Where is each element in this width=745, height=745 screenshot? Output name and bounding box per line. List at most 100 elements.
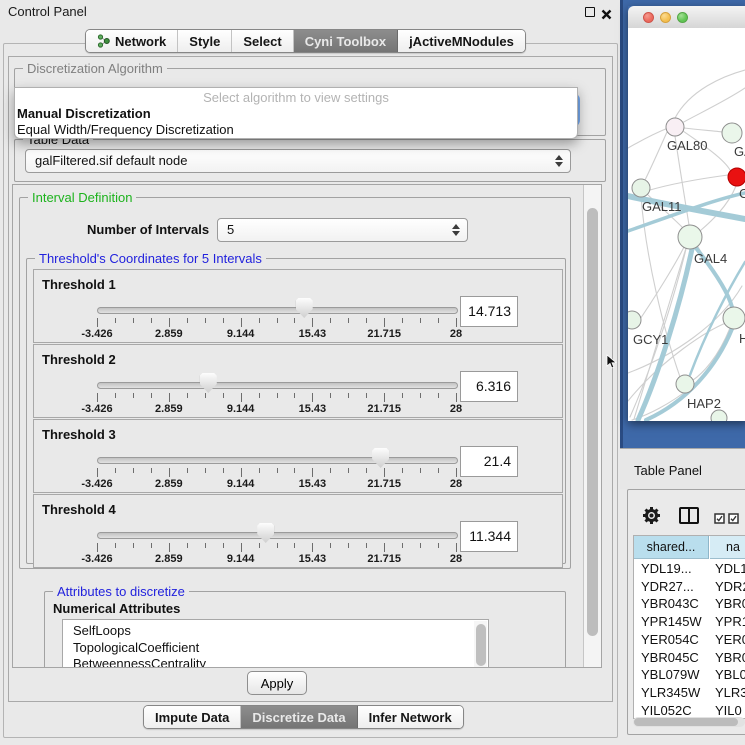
tick-mark: [348, 468, 349, 473]
threshold-value-field[interactable]: 11.344: [460, 521, 518, 552]
network-node-label: H: [739, 331, 745, 346]
zoom-traffic-light[interactable]: [677, 12, 688, 23]
close-icon[interactable]: [601, 7, 612, 18]
slider-track[interactable]: [97, 532, 458, 539]
table-row[interactable]: YLR345WYLR3: [634, 684, 745, 702]
tick-label: -3.426: [67, 328, 127, 340]
table-row[interactable]: YER054CYER0: [634, 631, 745, 649]
network-node-gcy1[interactable]: [628, 311, 641, 329]
attribute-item-topologicalcoefficient[interactable]: TopologicalCoefficient: [63, 640, 488, 657]
tick-label: 28: [426, 328, 486, 340]
table-row[interactable]: YBR043C YBR0: [634, 595, 745, 613]
table-data-group: Table Data galFiltered.sif default node: [14, 139, 606, 182]
split-columns-icon[interactable]: [679, 507, 699, 529]
interval-definition-group: Interval Definition Number of Intervals …: [19, 197, 571, 569]
window-title: Control Panel: [8, 4, 87, 19]
threshold-label: Threshold 2: [42, 352, 116, 367]
slider-track[interactable]: [97, 457, 458, 464]
tick-mark: [115, 318, 116, 323]
network-node-hap2[interactable]: [676, 375, 694, 393]
tab-style[interactable]: Style: [178, 30, 232, 52]
network-canvas[interactable]: GAL80GACGAL11GAL4GCY1HHAP2: [628, 28, 745, 421]
table-row[interactable]: YPR145WYPR1: [634, 613, 745, 631]
table-horizontal-scrollbar[interactable]: [633, 717, 745, 727]
threshold-box-4: Threshold 4-3.4262.8599.14415.4321.71528…: [33, 494, 563, 568]
tab-impute-data[interactable]: Impute Data: [144, 706, 241, 728]
table-panel: shared... na YDL19...YDL1YDR27...YDR2YBR…: [627, 489, 745, 735]
network-node-gal4[interactable]: [678, 225, 702, 249]
checkbox-icon[interactable]: [714, 511, 725, 529]
tick-mark: [277, 393, 278, 398]
cell-shared-name: YLR345W: [641, 684, 700, 702]
tab-network[interactable]: Network: [86, 30, 178, 52]
minimize-traffic-light[interactable]: [660, 12, 671, 23]
slider-track[interactable]: [97, 382, 458, 389]
slider-track[interactable]: [97, 307, 458, 314]
network-node-ga[interactable]: [722, 123, 742, 143]
table-row[interactable]: YBL079WYBL0: [634, 666, 745, 684]
network-node-h[interactable]: [723, 307, 745, 329]
tick-mark: [187, 318, 188, 323]
tick-label: 9.144: [211, 478, 271, 490]
network-node-gal80[interactable]: [666, 118, 684, 136]
slider-thumb[interactable]: [200, 373, 217, 393]
slider-thumb[interactable]: [372, 448, 389, 468]
cell-shared-name: YER054C: [641, 631, 699, 649]
network-node-c[interactable]: [728, 168, 745, 186]
table-row[interactable]: YDL19...YDL1: [634, 560, 745, 578]
tab-select[interactable]: Select: [232, 30, 293, 52]
table-row[interactable]: YDR27...YDR2: [634, 578, 745, 596]
stepper-arrows-icon: [452, 224, 460, 236]
attribute-item-selfloops[interactable]: SelfLoops: [63, 623, 488, 640]
apply-button[interactable]: Apply: [247, 671, 307, 695]
gear-icon[interactable]: [642, 506, 661, 530]
column-header-shared-name[interactable]: shared...: [634, 536, 709, 559]
tick-mark: [97, 318, 98, 327]
tick-label: 21.715: [354, 328, 414, 340]
tick-mark: [456, 468, 457, 477]
slider-thumb[interactable]: [296, 298, 313, 318]
tick-mark: [241, 318, 242, 327]
network-edge: [650, 175, 728, 190]
network-node[interactable]: [711, 410, 727, 421]
slider-thumb[interactable]: [257, 523, 274, 543]
cell-name: YBR0: [715, 595, 745, 613]
network-node-gal11[interactable]: [632, 179, 650, 197]
tab-jactivemnodules[interactable]: jActiveMNodules: [398, 30, 525, 52]
tick-mark: [438, 543, 439, 548]
tick-mark: [97, 468, 98, 477]
cell-name: YPR1: [715, 613, 745, 631]
tick-mark: [366, 318, 367, 323]
threshold-label: Threshold 1: [42, 277, 116, 292]
tick-mark: [205, 318, 206, 323]
tick-mark: [169, 393, 170, 402]
float-window-icon[interactable]: [585, 7, 595, 17]
attribute-item-betweennesscentrality[interactable]: BetweennessCentrality: [63, 656, 488, 668]
tick-label: 9.144: [211, 403, 271, 415]
combobox-value: 5: [227, 219, 234, 241]
dropdown-option-manual-discretization[interactable]: Manual Discretization: [15, 106, 577, 122]
network-edge: [628, 128, 668, 148]
tick-mark: [187, 468, 188, 473]
cell-shared-name: YBR043C: [641, 595, 699, 613]
checkbox-icon[interactable]: [728, 511, 739, 529]
close-traffic-light[interactable]: [643, 12, 654, 23]
threshold-value-field[interactable]: 6.316: [460, 371, 518, 402]
list-scrollbar[interactable]: [474, 621, 487, 668]
dropdown-option-equal-width-frequency-discretization[interactable]: Equal Width/Frequency Discretization: [15, 122, 577, 138]
tab-infer-network[interactable]: Infer Network: [358, 706, 463, 728]
table-data-combobox[interactable]: galFiltered.sif default node: [25, 149, 571, 173]
table-row[interactable]: YBR045CYBR0: [634, 649, 745, 667]
threshold-value-field[interactable]: 21.4: [460, 446, 518, 477]
number-of-intervals-combobox[interactable]: 5: [217, 218, 468, 242]
tab-label: jActiveMNodules: [409, 34, 514, 49]
threshold-value-field[interactable]: 14.713: [460, 296, 518, 327]
group-title: Discretization Algorithm: [23, 61, 167, 76]
tick-mark: [402, 393, 403, 398]
tab-discretize-data[interactable]: Discretize Data: [241, 706, 357, 728]
tab-cyni-toolbox[interactable]: Cyni Toolbox: [294, 30, 398, 52]
column-header-name[interactable]: na: [710, 536, 745, 559]
network-node-label: C: [739, 186, 745, 201]
numerical-attributes-list[interactable]: SelfLoopsTopologicalCoefficientBetweenne…: [62, 619, 489, 668]
settings-scrollbar[interactable]: [583, 185, 601, 667]
